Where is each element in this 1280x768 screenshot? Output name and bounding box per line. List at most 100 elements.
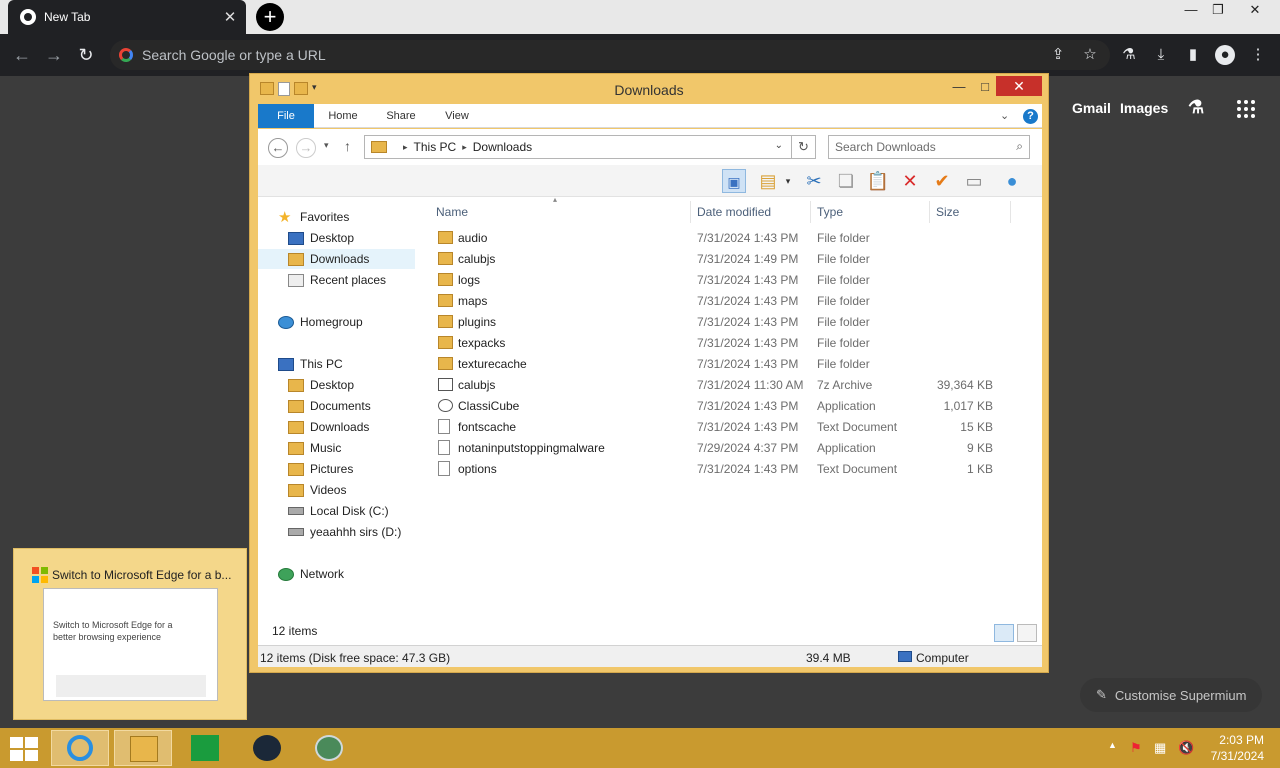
google-apps-icon[interactable] (1237, 100, 1255, 118)
menu-kebab-icon[interactable]: ⋮ (1248, 45, 1268, 65)
taskbar-file-explorer[interactable] (114, 730, 172, 766)
reload-icon[interactable]: ↻ (75, 44, 97, 66)
back-icon[interactable]: ← (11, 44, 33, 66)
tab-share[interactable]: Share (380, 104, 422, 128)
labs-flask-icon[interactable]: ⚗ (1188, 97, 1204, 118)
nav-pc-documents[interactable]: Documents (288, 396, 371, 416)
network-globe-icon[interactable]: ● (1000, 169, 1024, 193)
nav-pc-pictures[interactable]: Pictures (288, 459, 353, 479)
minimize-icon[interactable]: — (1177, 0, 1205, 22)
action-center-icon[interactable]: ⚑ (1130, 740, 1142, 756)
forward-icon[interactable]: → (43, 44, 65, 66)
windows-start-icon[interactable] (10, 737, 38, 761)
details-view-icon[interactable] (994, 624, 1014, 642)
help-icon[interactable]: ? (1023, 109, 1038, 124)
copy-icon[interactable]: ❏ (834, 169, 858, 193)
column-size[interactable]: Size (936, 205, 959, 219)
nav-fav-downloads[interactable]: Downloads (258, 249, 415, 269)
nav-homegroup[interactable]: Homegroup (278, 312, 363, 332)
file-row[interactable]: audio 7/31/2024 1:43 PM File folder (435, 228, 1005, 249)
share-icon[interactable]: ⇪ (1048, 45, 1068, 65)
file-row[interactable]: calubjs 7/31/2024 11:30 AM 7z Archive 39,36… (435, 375, 1005, 396)
side-panel-icon[interactable]: ▮ (1183, 45, 1203, 65)
download-icon[interactable]: ⤓ (1151, 45, 1171, 65)
tab-view[interactable]: View (436, 104, 478, 128)
system-clock[interactable]: 2:03 PM 7/31/2024 (1200, 732, 1264, 764)
column-divider[interactable] (690, 201, 691, 223)
column-type[interactable]: Type (817, 205, 843, 219)
omnibox[interactable]: ⇪ ☆ (110, 40, 1110, 70)
expand-ribbon-icon[interactable]: ⌄ (1000, 109, 1009, 122)
recent-locations-icon[interactable]: ▾ (324, 140, 329, 151)
file-row[interactable]: calubjs 7/31/2024 1:49 PM File folder (435, 249, 1005, 270)
tab-new-tab[interactable]: New Tab ✕ (8, 0, 246, 34)
column-divider[interactable] (810, 201, 811, 223)
forward-icon[interactable]: → (296, 138, 316, 158)
labs-icon[interactable]: ⚗ (1119, 45, 1139, 65)
nav-local-disk[interactable]: Local Disk (C:) (288, 501, 389, 521)
preview-pane-icon[interactable]: ▣ (722, 169, 746, 193)
taskbar-thumbnail-preview[interactable]: Switch to Microsoft Edge for a b... Swit… (13, 548, 247, 720)
file-row[interactable]: notaninputstoppingmalware 7/29/2024 4:37 … (435, 438, 1005, 459)
nav-pc-music[interactable]: Music (288, 438, 341, 458)
breadcrumb-downloads[interactable]: Downloads (473, 140, 532, 154)
nav-network[interactable]: Network (278, 564, 344, 584)
taskbar-steam[interactable] (238, 730, 296, 766)
column-date-modified[interactable]: Date modified (697, 205, 771, 219)
column-divider[interactable] (929, 201, 930, 223)
large-icons-view-icon[interactable] (1017, 624, 1037, 642)
file-row[interactable]: ClassiCube 7/31/2024 1:43 PM Application 1,… (435, 396, 1005, 417)
file-row[interactable]: plugins 7/31/2024 1:43 PM File folder (435, 312, 1005, 333)
maximize-icon[interactable]: □ (976, 77, 994, 97)
show-hidden-icons-icon[interactable]: ▲ (1108, 740, 1117, 750)
profile-icon[interactable]: ● (1215, 45, 1235, 65)
breadcrumb-this-pc[interactable]: This PC (414, 140, 457, 154)
paste-icon[interactable]: 📋 (866, 169, 890, 193)
preview-thumbnail[interactable]: Switch to Microsoft Edge for a better br… (43, 588, 218, 701)
file-row[interactable]: texturecache 7/31/2024 1:43 PM File folder (435, 354, 1005, 375)
rename-icon[interactable]: ▭ (962, 169, 986, 193)
up-icon[interactable]: ↑ (344, 138, 351, 154)
customise-button[interactable]: ✎ Customise Supermium (1080, 678, 1262, 712)
delete-icon[interactable]: ✕ (898, 169, 922, 193)
file-row[interactable]: fontscache 7/31/2024 1:43 PM Text Document… (435, 417, 1005, 438)
volume-muted-icon[interactable]: 🔇 (1178, 740, 1194, 756)
taskbar-store[interactable] (176, 730, 234, 766)
options-dropdown-icon[interactable]: ▾ (776, 169, 800, 193)
nav-favorites[interactable]: ★ Favorites (278, 207, 349, 227)
nav-pc-videos[interactable]: Videos (288, 480, 346, 500)
restore-icon[interactable]: ❐ (1204, 0, 1232, 22)
file-row[interactable]: options 7/31/2024 1:43 PM Text Document 1 K… (435, 459, 1005, 480)
nav-pc-downloads[interactable]: Downloads (288, 417, 369, 437)
gmail-link[interactable]: Gmail (1072, 100, 1111, 116)
refresh-icon[interactable]: ↻ (792, 135, 816, 159)
taskbar-browser[interactable] (300, 730, 358, 766)
bookmark-star-icon[interactable]: ☆ (1080, 45, 1100, 65)
address-dropdown-icon[interactable]: ⌄ (775, 140, 783, 151)
close-window-icon[interactable]: ✕ (1240, 0, 1270, 22)
check-icon[interactable]: ✔ (930, 169, 954, 193)
nav-fav-recent[interactable]: Recent places (288, 270, 386, 290)
column-divider[interactable] (1010, 201, 1011, 223)
cut-icon[interactable]: ✂ (802, 169, 826, 193)
file-row[interactable]: logs 7/31/2024 1:43 PM File folder (435, 270, 1005, 291)
back-icon[interactable]: ← (268, 138, 288, 158)
column-name[interactable]: Name (436, 205, 468, 219)
images-link[interactable]: Images (1120, 100, 1168, 116)
nav-fav-desktop[interactable]: Desktop (288, 228, 354, 248)
nav-pc-desktop[interactable]: Desktop (288, 375, 354, 395)
tab-home[interactable]: Home (322, 104, 364, 128)
network-tray-icon[interactable]: ▦ (1154, 740, 1166, 756)
address-bar[interactable]: ▸ This PC ▸ Downloads ⌄ (364, 135, 792, 159)
search-input[interactable] (835, 139, 1005, 155)
omnibox-input[interactable] (142, 44, 1022, 66)
nav-drive-d[interactable]: yeaahhh sirs (D:) (288, 522, 401, 542)
explorer-title-bar[interactable]: ▾ Downloads — □ ✕ (250, 74, 1048, 104)
minimize-icon[interactable]: — (950, 77, 968, 97)
file-row[interactable]: texpacks 7/31/2024 1:43 PM File folder (435, 333, 1005, 354)
close-tab-icon[interactable]: ✕ (218, 8, 242, 26)
new-tab-button[interactable]: + (256, 3, 284, 31)
tab-file[interactable]: File (258, 104, 314, 128)
search-box[interactable]: ⌕ (828, 135, 1030, 159)
nav-this-pc[interactable]: This PC (278, 354, 343, 374)
